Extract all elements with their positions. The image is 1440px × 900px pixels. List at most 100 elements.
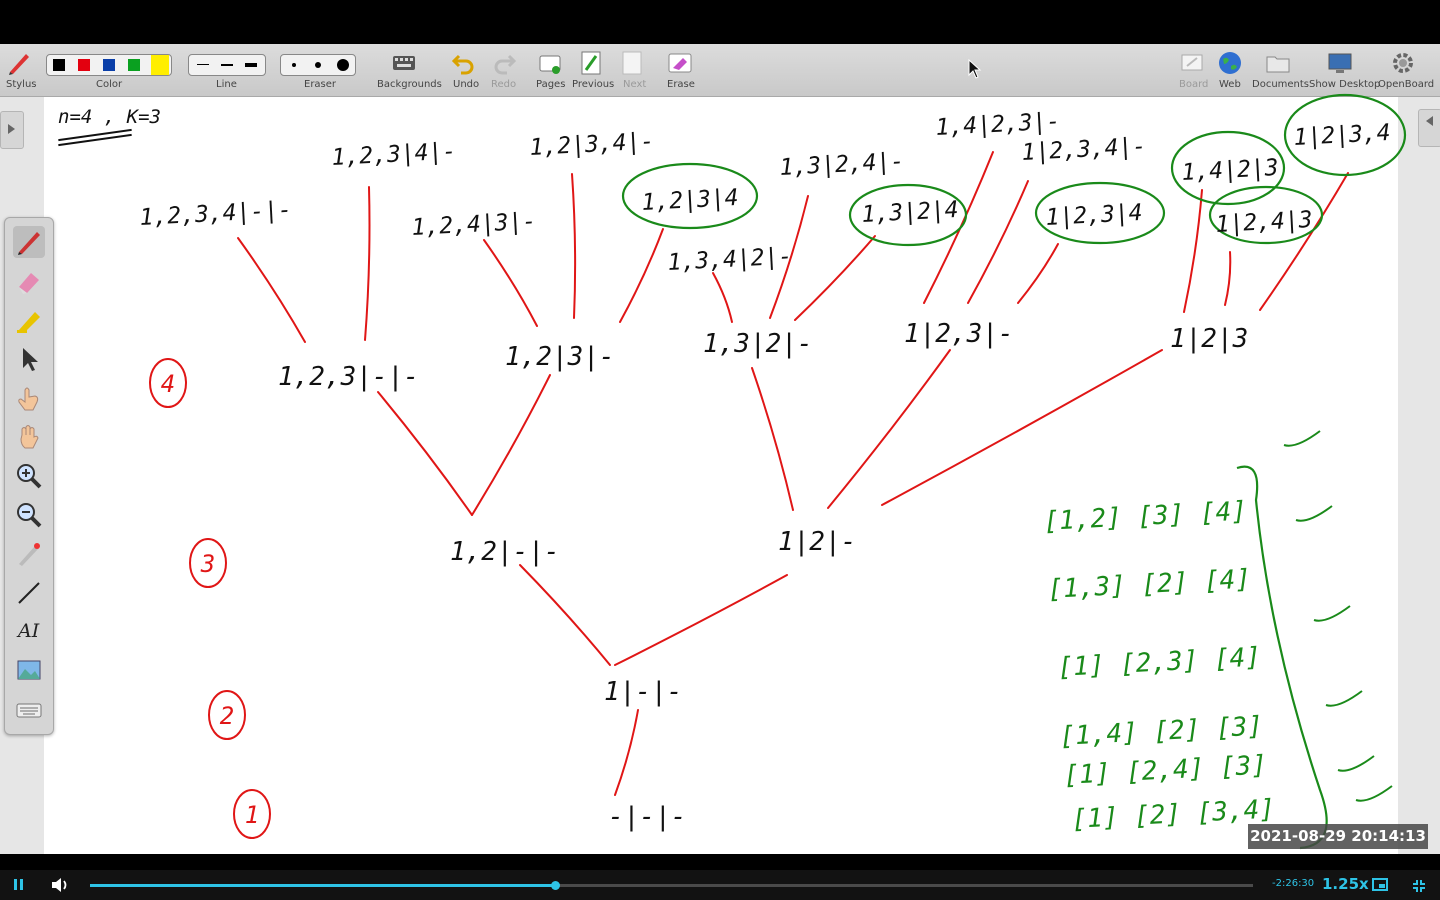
exit-fullscreen-icon — [1413, 880, 1425, 892]
interact-icon — [18, 387, 39, 411]
problem-header-text: n=4 , K=3 — [58, 106, 161, 128]
speaker-icon — [52, 878, 67, 892]
tree-node-labels: -|-|- 1|-|- 1,2|-|- 1|2|- 1,2,3|-|- 1,2|3|- 1,… — [139, 109, 1391, 835]
tree-leaf-node: 1,2|3,4|- — [529, 129, 655, 161]
recording-timestamp: 2021-08-29 20:14:13 — [1248, 824, 1428, 849]
edge-l4a-l3a — [377, 391, 473, 516]
partition-entry: [1] [2] [3,4] — [1071, 794, 1276, 835]
partition-entry: [1,2] [3] [4] — [1043, 496, 1248, 537]
edge-leaf-10 — [1017, 243, 1059, 304]
marker-icon — [17, 312, 40, 333]
capture-tool[interactable] — [13, 655, 45, 687]
exit-fullscreen-button[interactable] — [1412, 878, 1426, 892]
seek-track[interactable] — [90, 881, 1253, 890]
edge-l4e-l3b — [881, 349, 1163, 506]
tree-leaf-node: 1,2,4|3|- — [411, 209, 537, 241]
edge-leaf-12 — [1224, 251, 1232, 306]
tree-leaf-node: 1|2,3,4|- — [1021, 134, 1147, 166]
laser-pointer-icon — [19, 543, 40, 566]
mouse-cursor-icon — [968, 59, 982, 79]
check-mark — [1337, 755, 1375, 772]
tree-level2-node: 1|-|- — [604, 677, 682, 707]
zoom-in-tool[interactable] — [13, 460, 45, 492]
tree-root-node: -|-|- — [608, 802, 686, 832]
tree-level4-node: 1|2,3|- — [904, 319, 1014, 349]
tree-leaf-node: 1,2,3,4|-|- — [139, 197, 292, 231]
tree-leaf-node: 1,4|2,3|- — [935, 109, 1061, 141]
eraser-tool[interactable] — [13, 265, 45, 297]
check-mark — [1313, 605, 1351, 622]
selector-icon — [23, 348, 38, 371]
zoom-in-icon — [17, 464, 42, 489]
partition-entry: [1,3] [2] [4] — [1047, 564, 1252, 605]
text-tool[interactable]: AI — [13, 616, 45, 648]
video-player-bar: -2:26:30 1.25x — [0, 870, 1440, 900]
check-mark — [1325, 690, 1363, 707]
zoom-out-tool[interactable] — [13, 499, 45, 531]
whiteboard-ink: -|-|- 1|-|- 1,2|-|- 1|2|- 1,2,3|-|- 1,2|3|- 1,… — [139, 93, 1407, 850]
edge-leaf-9 — [967, 180, 1029, 304]
edge-l4b-l3a — [471, 374, 551, 516]
selector-tool[interactable] — [13, 343, 45, 375]
line-icon — [18, 582, 40, 604]
tree-leaf-node: 1,3|2,4|- — [779, 149, 905, 181]
tree-level3-node: 1|2|- — [778, 527, 856, 557]
level-label: 4 — [161, 370, 175, 398]
pause-icon — [14, 879, 17, 890]
playback-speed[interactable]: 1.25x — [1322, 875, 1369, 893]
edge-leaf-8 — [923, 151, 994, 304]
edge-leaf-5 — [712, 272, 733, 323]
pip-icon — [1379, 884, 1385, 888]
tree-leaf-node: 1|2|3,4 — [1293, 120, 1391, 151]
line-tool[interactable] — [13, 577, 45, 609]
volume-button[interactable] — [50, 877, 70, 893]
keyboard-tool[interactable] — [13, 694, 45, 726]
picture-in-picture-button[interactable] — [1372, 878, 1388, 891]
text-icon: AI — [18, 620, 40, 642]
tree-level3-node: 1,2|-|- — [450, 537, 560, 567]
partition-entry: [1] [2,4] [3] — [1063, 750, 1268, 791]
edge-l4c-l3b — [751, 367, 794, 511]
capture-icon — [17, 660, 41, 680]
edge-leaf-4 — [619, 228, 664, 323]
tree-leaf-node: 1,2|3|4 — [641, 185, 739, 216]
tree-leaf-node: 1,3,4|2|- — [667, 244, 793, 276]
interact-tool[interactable] — [13, 382, 45, 414]
tree-leaf-node: 1|2,3|4 — [1045, 200, 1143, 231]
check-mark — [1283, 430, 1321, 447]
edge-leaf-11 — [1183, 189, 1203, 313]
level-label: 1 — [245, 801, 259, 829]
partition-entry: [1,4] [2] [3] — [1059, 711, 1264, 752]
edge-l3b-l2 — [614, 574, 788, 666]
edge-leaf-2 — [483, 239, 538, 327]
tool-palette: AI — [4, 217, 54, 735]
tree-leaf-node: 1,4|2|3 — [1181, 155, 1279, 186]
level-label: 3 — [200, 550, 215, 578]
tree-level4-node: 1,2,3|-|- — [278, 362, 419, 392]
hand-tool[interactable] — [13, 421, 45, 453]
partition-entry: [1] [2,3] [4] — [1057, 642, 1262, 683]
zoom-out-icon — [17, 503, 42, 528]
seek-progress — [90, 884, 556, 887]
tree-edges — [237, 151, 1349, 796]
edge-l3a-l2 — [519, 564, 611, 666]
tree-leaf-node: 1,2,3|4|- — [331, 139, 457, 171]
eraser-icon — [19, 273, 39, 294]
edge-leaf-1 — [364, 186, 371, 341]
edge-leaf-0 — [237, 237, 306, 343]
check-mark — [1355, 785, 1393, 802]
problem-header: n=4 , K=3 — [58, 106, 161, 147]
edge-l4d-l3b — [827, 349, 951, 509]
tree-leaf-node: 1,3|2|4 — [861, 197, 959, 228]
level-label: 2 — [220, 702, 234, 730]
time-remaining: -2:26:30 — [1272, 878, 1315, 889]
pen-tool[interactable] — [13, 226, 45, 258]
marker-tool[interactable] — [13, 304, 45, 336]
laser-pointer-tool[interactable] — [13, 538, 45, 570]
check-mark — [1295, 505, 1333, 522]
tree-level4-node: 1|2|3 — [1170, 324, 1248, 354]
seek-handle[interactable] — [551, 881, 561, 890]
pause-button[interactable] — [12, 878, 26, 892]
edge-level2-root — [614, 709, 639, 796]
edge-leaf-7 — [794, 235, 876, 321]
